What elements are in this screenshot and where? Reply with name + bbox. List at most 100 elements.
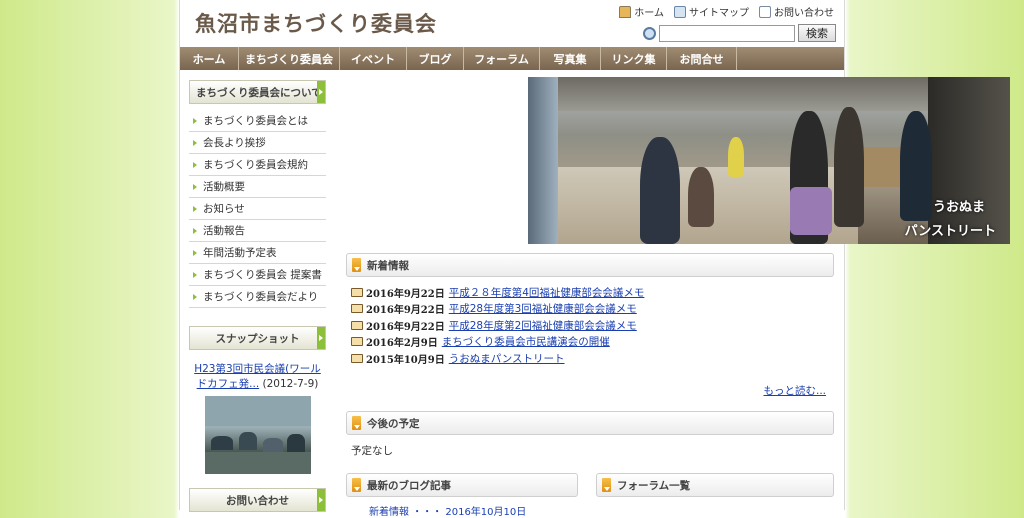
nav-home[interactable]: ホーム bbox=[180, 47, 239, 70]
bullet-arrow-icon bbox=[193, 205, 197, 212]
news-link[interactable]: まちづくり委員会市民講演会の開催 bbox=[442, 334, 610, 349]
home-icon bbox=[619, 5, 632, 18]
more-news-link[interactable]: もっと読む... bbox=[763, 383, 826, 398]
top-links: ホーム サイトマップ お問い合わせ bbox=[619, 4, 834, 19]
sidebar-item[interactable]: お知らせ bbox=[189, 198, 326, 220]
blog-header: 最新のブログ記事 bbox=[346, 473, 578, 497]
home-link[interactable]: ホーム bbox=[619, 4, 664, 19]
nav-forum[interactable]: フォーラム bbox=[464, 47, 540, 70]
sidebar-item-label: 年間活動予定表 bbox=[203, 247, 277, 259]
news-header: 新着情報 bbox=[346, 253, 834, 277]
hero-person bbox=[640, 137, 680, 244]
forum-header: フォーラム一覧 bbox=[596, 473, 834, 497]
sidebar-item-label: まちづくり委員会規約 bbox=[203, 159, 308, 171]
mail-icon bbox=[759, 5, 771, 18]
news-link[interactable]: うおぬまパンストリート bbox=[449, 351, 565, 366]
nav-event[interactable]: イベント bbox=[340, 47, 407, 70]
snapshot-caption: H23第3回市民会議(ワールドカフェ発... (2012-7-9) bbox=[189, 362, 326, 392]
bullet-arrow-icon bbox=[193, 271, 197, 278]
about-header[interactable]: まちづくり委員会について bbox=[189, 80, 326, 104]
hero-person bbox=[900, 111, 932, 221]
sidebar-item[interactable]: まちづくり委員会 提案書 bbox=[189, 264, 326, 286]
sidebar-item[interactable]: まちづくり委員会規約 bbox=[189, 154, 326, 176]
search-icon bbox=[643, 26, 656, 40]
hero-person bbox=[688, 167, 714, 227]
schedule-header-label: 今後の予定 bbox=[367, 417, 420, 430]
news-date: 2016年9月22日 bbox=[366, 321, 445, 333]
news-date: 2016年9月22日 bbox=[366, 305, 445, 317]
news-link[interactable]: 平成28年度第2回福祉健康部会会議メモ bbox=[449, 318, 637, 333]
forum-header-label: フォーラム一覧 bbox=[617, 479, 691, 492]
book-icon bbox=[351, 337, 363, 347]
news-link[interactable]: 平成２８年度第4回福祉健康部会会議メモ bbox=[449, 285, 645, 300]
sidebar-item[interactable]: まちづくり委員会だより bbox=[189, 286, 326, 308]
hero-caption-line2: パンストリート bbox=[904, 224, 996, 239]
snapshot-photo[interactable] bbox=[204, 396, 311, 474]
blog-header-label: 最新のブログ記事 bbox=[367, 479, 451, 492]
nav-blog[interactable]: ブログ bbox=[407, 47, 464, 70]
sidebar-item-label: 活動報告 bbox=[203, 225, 245, 237]
nav-committee[interactable]: まちづくり委員会 bbox=[239, 47, 340, 70]
blog-entry-partial[interactable]: 新着情報 ・・・ 2016年10月10日 bbox=[369, 503, 526, 518]
news-date: 2015年10月9日 bbox=[366, 354, 445, 366]
search-bar: 検索 bbox=[643, 24, 836, 42]
sidebar-item[interactable]: 年間活動予定表 bbox=[189, 242, 326, 264]
schedule-text: 予定なし bbox=[351, 445, 393, 457]
hero-shop-right bbox=[928, 77, 1010, 244]
nav-photos[interactable]: 写真集 bbox=[540, 47, 601, 70]
news-item: 2015年10月9日 うおぬまパンストリート bbox=[351, 350, 831, 367]
bullet-arrow-icon bbox=[193, 183, 197, 190]
contact-link-label: お問い合わせ bbox=[774, 8, 834, 19]
sidebar-item-label: まちづくり委員会とは bbox=[203, 115, 308, 127]
book-icon bbox=[351, 320, 363, 330]
news-list: 2016年9月22日 平成２８年度第4回福祉健康部会会議メモ 2016年9月22日… bbox=[351, 284, 831, 367]
sidebar-item-label: まちづくり委員会だより bbox=[203, 291, 319, 303]
bullet-arrow-icon bbox=[193, 139, 197, 146]
hero-stroller bbox=[790, 187, 832, 235]
bullet-arrow-icon bbox=[193, 117, 197, 124]
nav-links[interactable]: リンク集 bbox=[601, 47, 667, 70]
book-icon bbox=[351, 287, 363, 297]
sitemap-link-label: サイトマップ bbox=[689, 8, 749, 19]
search-input[interactable] bbox=[659, 24, 795, 42]
contact-link[interactable]: お問い合わせ bbox=[759, 4, 834, 19]
news-item: 2016年2月9日 まちづくり委員会市民講演会の開催 bbox=[351, 334, 831, 351]
hero-person bbox=[834, 107, 864, 227]
book-icon bbox=[351, 304, 363, 314]
sidebar-item[interactable]: 活動報告 bbox=[189, 220, 326, 242]
hero-photo: うおぬま パンストリート bbox=[528, 77, 1010, 244]
snapshot-block: スナップショット H23第3回市民会議(ワールドカフェ発... (2012-7-… bbox=[189, 326, 326, 474]
page-container: 魚沼市まちづくり委員会 ホーム サイトマップ お問い合わせ 検索 ホーム まちづ… bbox=[179, 0, 1010, 518]
news-item: 2016年9月22日 平成28年度第3回福祉健康部会会議メモ bbox=[351, 301, 831, 318]
sidebar-menu: まちづくり委員会とは 会長より挨拶 まちづくり委員会規約 活動概要 お知らせ 活… bbox=[189, 110, 326, 308]
bullet-arrow-icon bbox=[193, 293, 197, 300]
news-header-label: 新着情報 bbox=[367, 259, 409, 272]
hero-person bbox=[728, 137, 744, 177]
news-link[interactable]: 平成28年度第3回福祉健康部会会議メモ bbox=[449, 301, 637, 316]
sidebar-item[interactable]: 活動概要 bbox=[189, 176, 326, 198]
sitemap-icon bbox=[674, 5, 686, 18]
book-icon bbox=[351, 353, 363, 363]
sidebar: まちづくり委員会について まちづくり委員会とは 会長より挨拶 まちづくり委員会規… bbox=[189, 80, 326, 512]
search-button[interactable]: 検索 bbox=[798, 24, 836, 42]
bullet-arrow-icon bbox=[193, 249, 197, 256]
sidebar-item-label: お知らせ bbox=[203, 203, 245, 215]
snapshot-date: (2012-7-9) bbox=[262, 378, 319, 390]
hero-left-pillar bbox=[528, 77, 558, 244]
contact-block: お問い合わせ bbox=[189, 488, 326, 512]
sidebar-item[interactable]: まちづくり委員会とは bbox=[189, 110, 326, 132]
sidebar-item-label: まちづくり委員会 提案書 bbox=[203, 269, 322, 281]
nav-contact[interactable]: お問合せ bbox=[667, 47, 737, 70]
home-link-label: ホーム bbox=[634, 8, 664, 19]
site-title[interactable]: 魚沼市まちづくり委員会 bbox=[195, 8, 437, 38]
schedule-header: 今後の予定 bbox=[346, 411, 834, 435]
sitemap-link[interactable]: サイトマップ bbox=[674, 4, 749, 19]
news-item: 2016年9月22日 平成２８年度第4回福祉健康部会会議メモ bbox=[351, 284, 831, 301]
sidebar-item[interactable]: 会長より挨拶 bbox=[189, 132, 326, 154]
snapshot-header: スナップショット bbox=[189, 326, 326, 350]
sidebar-item-label: 活動概要 bbox=[203, 181, 245, 193]
bullet-arrow-icon bbox=[193, 161, 197, 168]
hero-caption-line1: うおぬま bbox=[932, 200, 985, 215]
news-item: 2016年9月22日 平成28年度第2回福祉健康部会会議メモ bbox=[351, 317, 831, 334]
contact-header[interactable]: お問い合わせ bbox=[189, 488, 326, 512]
